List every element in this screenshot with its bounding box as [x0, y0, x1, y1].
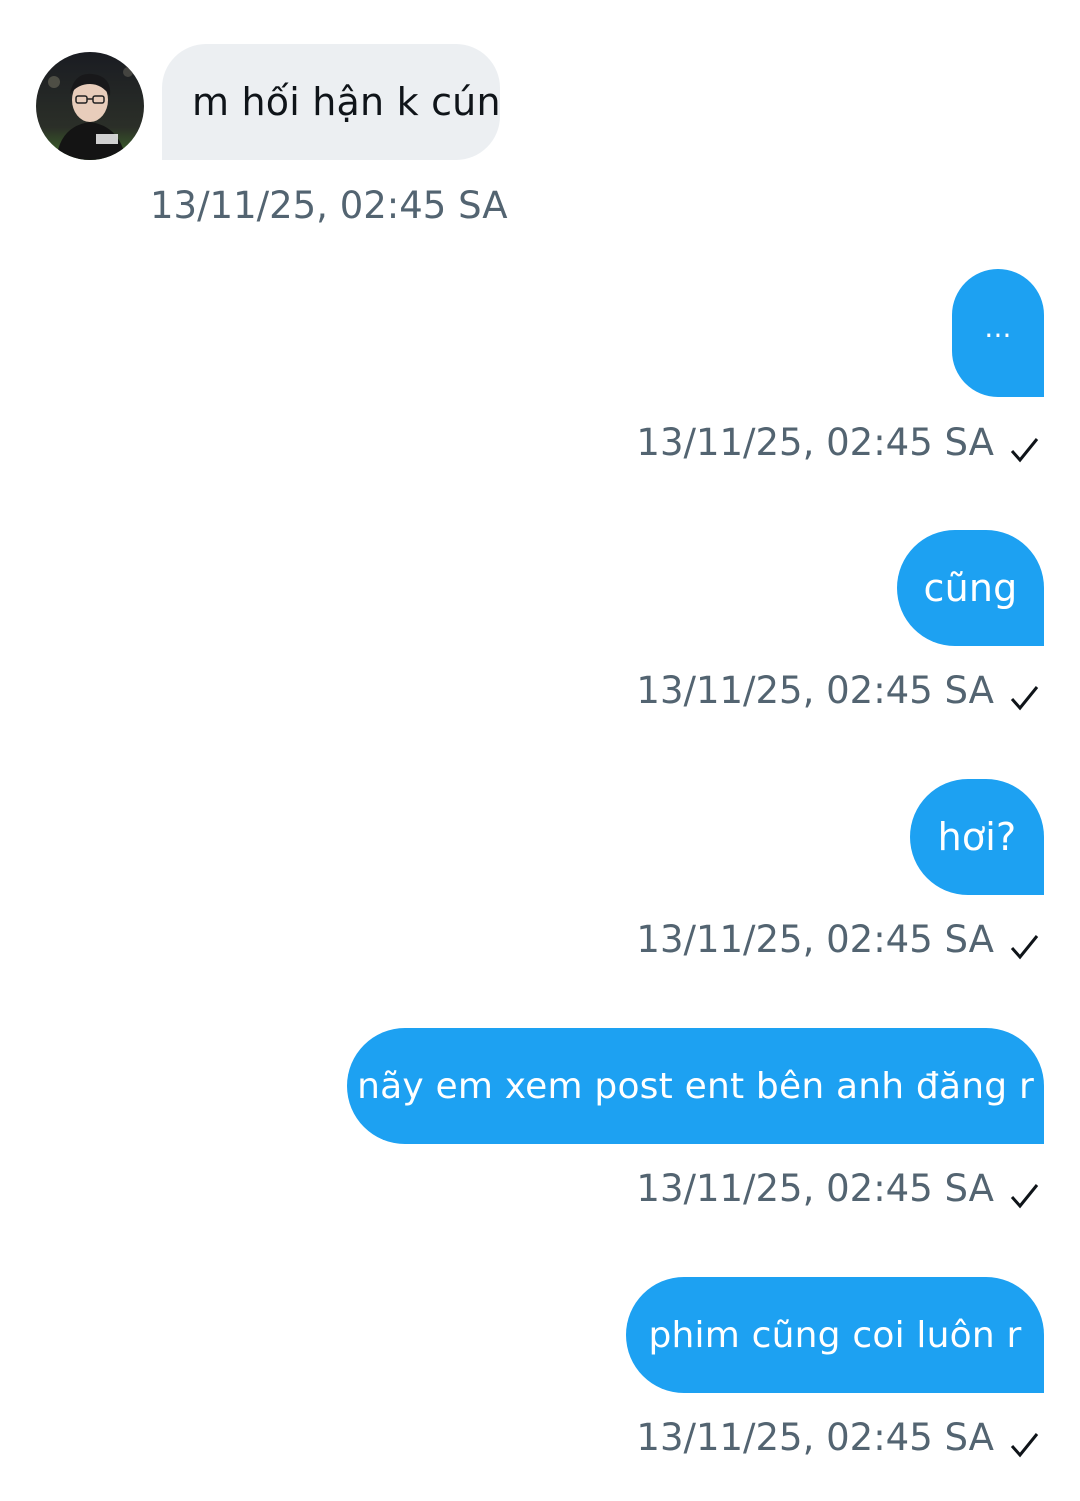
message-timestamp: 13/11/25, 02:45 SA: [636, 1412, 1040, 1462]
check-icon: [1008, 1178, 1040, 1210]
message-text: hơi?: [937, 815, 1017, 859]
message-timestamp: 13/11/25, 02:45 SA: [636, 914, 1040, 964]
outgoing-message-bubble[interactable]: hơi?: [910, 779, 1044, 895]
outgoing-message-bubble[interactable]: nãy em xem post ent bên anh đăng r: [347, 1028, 1044, 1144]
check-icon: [1008, 1427, 1040, 1459]
timestamp-text: 13/11/25, 02:45 SA: [150, 183, 508, 227]
check-icon: [1008, 680, 1040, 712]
timestamp-text: 13/11/25, 02:45 SA: [636, 668, 994, 712]
timestamp-text: 13/11/25, 02:45 SA: [636, 1166, 994, 1210]
outgoing-message-bubble[interactable]: phim cũng coi luôn r: [626, 1277, 1044, 1393]
outgoing-message-bubble[interactable]: cũng: [897, 530, 1044, 646]
message-timestamp: 13/11/25, 02:45 SA: [636, 417, 1040, 467]
message-text: cũng: [923, 566, 1018, 610]
timestamp-text: 13/11/25, 02:45 SA: [636, 917, 994, 961]
avatar[interactable]: [36, 52, 144, 160]
timestamp-text: 13/11/25, 02:45 SA: [636, 1415, 994, 1459]
message-text: ...: [984, 310, 1012, 344]
message-timestamp: 13/11/25, 02:45 SA: [636, 1163, 1040, 1213]
message-text: phim cũng coi luôn r: [648, 1314, 1022, 1356]
check-icon: [1008, 432, 1040, 464]
avatar-image: [36, 52, 144, 160]
outgoing-message-bubble[interactable]: ...: [952, 269, 1044, 397]
timestamp-text: 13/11/25, 02:45 SA: [636, 420, 994, 464]
check-icon: [1008, 929, 1040, 961]
message-text: m hối hận k cún: [192, 80, 501, 124]
message-text: nãy em xem post ent bên anh đăng r: [357, 1065, 1034, 1107]
message-timestamp: 13/11/25, 02:45 SA: [636, 665, 1040, 715]
incoming-message-bubble[interactable]: m hối hận k cún: [162, 44, 501, 160]
message-timestamp: 13/11/25, 02:45 SA: [150, 180, 508, 230]
